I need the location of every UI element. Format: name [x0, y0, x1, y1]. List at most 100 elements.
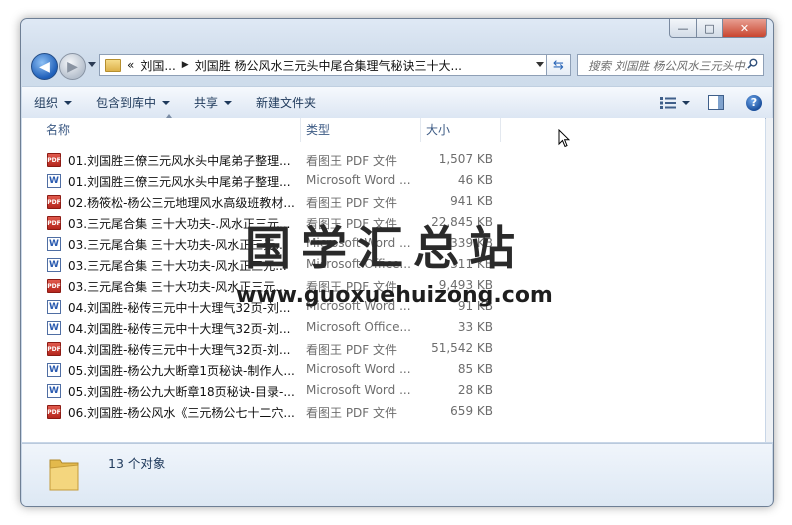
file-size: 85 KB [457, 362, 493, 376]
chevron-down-icon [162, 100, 171, 105]
column-header-size-label: 大小 [426, 123, 451, 137]
word-document-icon: W [47, 321, 61, 335]
word-document-icon: W [47, 384, 61, 398]
file-name: 05.刘国胜-杨公九大断章18页秘诀-目录-... [68, 385, 295, 399]
pdf-file-icon: PDF [47, 195, 61, 209]
new-folder-button[interactable]: 新建文件夹 [256, 94, 328, 111]
refresh-button[interactable]: ⇆ [547, 54, 571, 76]
watermark-url: www.guoxuehuizong.com [236, 283, 553, 308]
column-header-name-label: 名称 [46, 123, 71, 137]
address-bar[interactable]: « 刘国... ▶ 刘国胜 杨公风水三元头中尾合集理气秘诀三十大... [99, 54, 547, 76]
organize-button[interactable]: 组织 [34, 94, 84, 111]
file-row[interactable]: W 05.刘国胜-杨公九大断章18页秘诀-目录-... Microsoft Word… [22, 380, 722, 401]
column-header-size[interactable]: 大小 [421, 118, 501, 142]
column-headers: 名称 类型 大小 [22, 114, 765, 142]
include-in-library-label: 包含到库中 [96, 96, 157, 110]
column-header-type-label: 类型 [306, 123, 331, 137]
minimize-button[interactable]: — [669, 19, 697, 38]
back-button[interactable]: ◀ [31, 53, 58, 80]
scrollbar[interactable] [766, 118, 773, 442]
word-document-icon: W [47, 174, 61, 188]
file-type: Microsoft Word ... [306, 383, 411, 397]
details-pane: 13 个对象 [22, 443, 772, 506]
word-document-icon: W [47, 300, 61, 314]
recent-pages-dropdown[interactable] [88, 62, 96, 67]
close-button[interactable]: ✕ [723, 19, 767, 38]
file-size: 28 KB [457, 383, 493, 397]
chevron-down-icon [64, 100, 73, 105]
back-arrow-icon: ◀ [39, 58, 50, 75]
file-row[interactable]: W 04.刘国胜-秘传三元中十大理气32页-刘... Microsoft Offic… [22, 317, 722, 338]
file-size: 659 KB [450, 404, 493, 418]
folder-icon [105, 58, 121, 72]
pdf-file-icon: PDF [47, 279, 61, 293]
organize-label: 组织 [34, 96, 59, 110]
mouse-cursor-icon [558, 129, 570, 148]
file-name: 06.刘国胜-杨公风水《三元杨公七十二穴... [68, 406, 295, 420]
file-size: 1,507 KB [438, 152, 493, 166]
refresh-icon: ⇆ [553, 57, 564, 73]
word-document-icon: W [47, 237, 61, 251]
file-name: 01.刘国胜三僚三元风水头中尾弟子整理... [68, 154, 291, 168]
chevron-down-icon [224, 100, 233, 105]
file-type: 看图王 PDF 文件 [306, 406, 398, 420]
file-name: 04.刘国胜-秘传三元中十大理气32页-刘... [68, 343, 291, 357]
file-type: 看图王 PDF 文件 [306, 196, 398, 210]
file-size: 33 KB [457, 320, 493, 334]
folder-icon [49, 459, 79, 491]
file-name: 01.刘国胜三僚三元风水头中尾弟子整理... [68, 175, 291, 189]
sort-ascending-icon [166, 114, 172, 118]
view-options-chevron-icon[interactable] [682, 100, 690, 105]
navigation-bar: ◀ ▶ « 刘国... ▶ 刘国胜 杨公风水三元头中尾合集理气秘诀三十大... … [29, 52, 765, 80]
breadcrumb-item-parent[interactable]: 刘国... [140, 57, 175, 74]
forward-arrow-icon: ▶ [67, 58, 78, 75]
window-controls: — □ ✕ [669, 19, 767, 38]
watermark-title: 国学汇总站 [245, 221, 525, 275]
search-box [577, 54, 764, 76]
file-name: 04.刘国胜-秘传三元中十大理气32页-刘... [68, 322, 291, 336]
breadcrumb-item-current[interactable]: 刘国胜 杨公风水三元头中尾合集理气秘诀三十大... [195, 57, 462, 74]
search-icon[interactable] [747, 58, 758, 69]
file-row[interactable]: PDF 06.刘国胜-杨公风水《三元杨公七十二穴... 看图王 PDF 文件 659 … [22, 401, 722, 422]
file-row[interactable]: W 01.刘国胜三僚三元风水头中尾弟子整理... Microsoft Word ..… [22, 170, 722, 191]
file-type: Microsoft Word ... [306, 362, 411, 376]
forward-button[interactable]: ▶ [59, 53, 86, 80]
help-icon[interactable]: ? [746, 94, 762, 111]
pdf-file-icon: PDF [47, 405, 61, 419]
file-size: 51,542 KB [431, 341, 493, 355]
change-view-icon[interactable] [660, 96, 676, 109]
file-name: 02.杨筱松-杨公三元地理风水高级班教材... [68, 196, 295, 210]
word-document-icon: W [47, 363, 61, 377]
maximize-button[interactable]: □ [697, 19, 723, 38]
breadcrumb-overflow[interactable]: « [127, 58, 134, 72]
file-list: 名称 类型 大小 PDF 01.刘国胜三僚三元风水头中尾弟子整理... 看图王 PD… [22, 114, 765, 442]
item-count: 13 个对象 [108, 456, 166, 471]
file-row[interactable]: PDF 04.刘国胜-秘传三元中十大理气32页-刘... 看图王 PDF 文件 51,… [22, 338, 722, 359]
preview-pane-icon[interactable] [708, 95, 724, 110]
command-bar: 组织 包含到库中 共享 新建文件夹 ? [22, 86, 772, 119]
file-size: 941 KB [450, 194, 493, 208]
file-type: Microsoft Word ... [306, 173, 411, 187]
pdf-file-icon: PDF [47, 153, 61, 167]
file-row[interactable]: W 05.刘国胜-杨公九大断章1页秘诀-制作人... Microsoft Word … [22, 359, 722, 380]
include-in-library-button[interactable]: 包含到库中 [96, 94, 182, 111]
address-dropdown-icon[interactable] [536, 62, 544, 67]
command-bar-right: ? [660, 87, 772, 118]
column-header-name[interactable]: 名称 [22, 114, 301, 142]
breadcrumb-chevron-icon[interactable]: ▶ [182, 60, 189, 70]
word-document-icon: W [47, 258, 61, 272]
file-type: 看图王 PDF 文件 [306, 154, 398, 168]
file-type: 看图王 PDF 文件 [306, 343, 398, 357]
file-name: 05.刘国胜-杨公九大断章1页秘诀-制作人... [68, 364, 295, 378]
search-input[interactable] [586, 56, 750, 76]
pdf-file-icon: PDF [47, 216, 61, 230]
file-row[interactable]: PDF 01.刘国胜三僚三元风水头中尾弟子整理... 看图王 PDF 文件 1,507… [22, 149, 722, 170]
new-folder-label: 新建文件夹 [256, 96, 317, 110]
pdf-file-icon: PDF [47, 342, 61, 356]
file-type: Microsoft Office... [306, 320, 411, 334]
file-row[interactable]: PDF 02.杨筱松-杨公三元地理风水高级班教材... 看图王 PDF 文件 941 … [22, 191, 722, 212]
share-label: 共享 [194, 96, 219, 110]
column-header-type[interactable]: 类型 [301, 118, 421, 142]
share-button[interactable]: 共享 [194, 94, 244, 111]
file-size: 46 KB [457, 173, 493, 187]
